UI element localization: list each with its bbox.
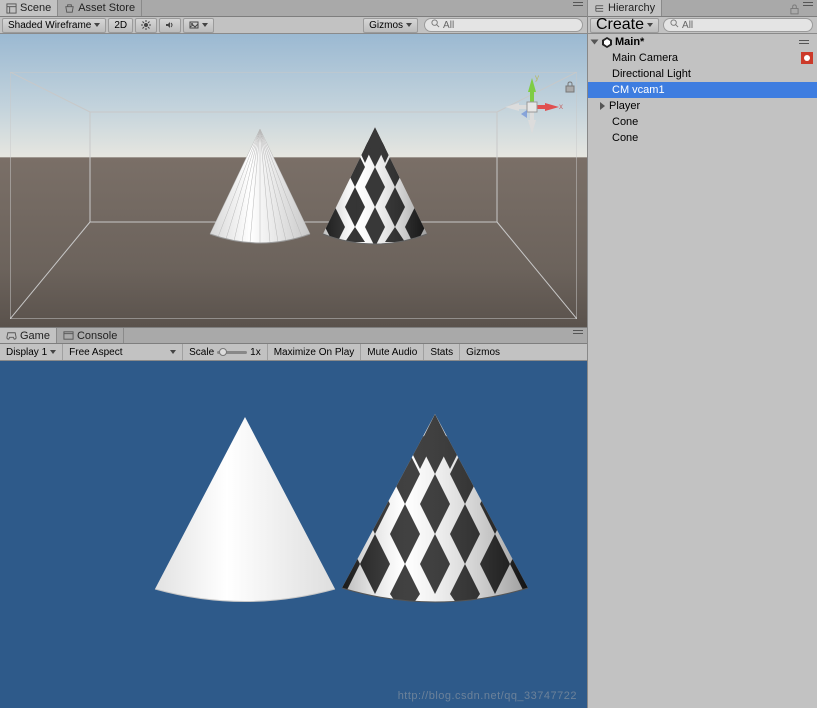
svg-text:x: x — [559, 102, 563, 111]
search-icon — [670, 19, 679, 31]
hierarchy-tabs: Hierarchy — [588, 0, 817, 17]
tab-hierarchy[interactable]: Hierarchy — [588, 0, 662, 16]
item-label: Cone — [612, 116, 638, 128]
chevron-down-icon — [94, 23, 100, 27]
panel-menu-icon[interactable] — [573, 0, 583, 8]
hierarchy-search-input[interactable]: All — [663, 18, 813, 32]
game-gizmos-label: Gizmos — [466, 347, 500, 358]
speaker-icon — [165, 20, 175, 30]
item-label: CM vcam1 — [612, 84, 665, 96]
hierarchy-item-directional-light[interactable]: Directional Light — [588, 66, 817, 82]
watermark-text: http://blog.csdn.net/qq_33747722 — [398, 690, 577, 702]
lighting-toggle[interactable] — [135, 18, 157, 33]
tab-hierarchy-label: Hierarchy — [608, 2, 655, 14]
fx-dropdown[interactable] — [183, 18, 214, 33]
item-label: Player — [609, 100, 640, 112]
2d-toggle[interactable]: 2D — [108, 18, 133, 33]
scene-icon — [6, 3, 17, 14]
expand-arrow-icon[interactable] — [591, 40, 599, 45]
unity-logo-icon — [601, 36, 613, 48]
scene-toolbar: Shaded Wireframe 2D Gizmos — [0, 17, 587, 34]
sun-icon — [141, 20, 151, 30]
slider-track-icon — [217, 351, 247, 354]
tab-game[interactable]: Game — [0, 328, 57, 343]
game-cone-white — [140, 409, 350, 619]
hierarchy-list: Main* Main Camera Directional Light CM v… — [588, 34, 817, 146]
tab-game-label: Game — [20, 330, 50, 342]
stats-toggle[interactable]: Stats — [424, 344, 460, 360]
hierarchy-item-player[interactable]: Player — [588, 98, 817, 114]
chevron-down-icon — [50, 350, 56, 354]
game-viewport[interactable]: http://blog.csdn.net/qq_33747722 — [0, 361, 587, 708]
search-placeholder: All — [682, 20, 693, 31]
tab-asset-store-label: Asset Store — [78, 2, 135, 14]
chevron-down-icon — [202, 23, 208, 27]
hierarchy-panel: Hierarchy Create All Main* Main — [587, 0, 817, 708]
aspect-dropdown[interactable]: Free Aspect — [63, 344, 183, 360]
gizmos-dropdown[interactable]: Gizmos — [363, 18, 418, 33]
picture-icon — [189, 20, 199, 30]
tab-console[interactable]: Console — [57, 328, 124, 343]
cone-checker — [315, 122, 435, 257]
panel-menu-icon[interactable] — [573, 328, 583, 336]
scene-tabs: Scene Asset Store — [0, 0, 587, 17]
scene-name-label: Main* — [615, 36, 644, 48]
create-dropdown[interactable]: Create — [590, 18, 659, 33]
search-icon — [431, 19, 440, 31]
panel-menu-icon[interactable] — [799, 38, 809, 46]
display-dropdown[interactable]: Display 1 — [0, 344, 63, 360]
chevron-down-icon — [170, 350, 176, 354]
item-label: Main Camera — [612, 52, 678, 64]
game-icon — [6, 330, 17, 341]
orientation-gizmo-icon[interactable]: y x — [497, 72, 567, 142]
shading-mode-label: Shaded Wireframe — [8, 20, 91, 31]
maximize-label: Maximize On Play — [274, 347, 355, 358]
tab-scene-label: Scene — [20, 2, 51, 14]
lock-icon[interactable] — [790, 2, 799, 13]
stats-label: Stats — [430, 347, 453, 358]
scale-label: Scale — [189, 347, 214, 358]
game-cone-checker — [330, 406, 540, 621]
game-gizmos-dropdown[interactable]: Gizmos — [460, 344, 506, 360]
tab-scene[interactable]: Scene — [0, 0, 58, 16]
mute-label: Mute Audio — [367, 347, 417, 358]
gizmos-label: Gizmos — [369, 20, 403, 31]
chevron-down-icon — [406, 23, 412, 27]
tab-asset-store[interactable]: Asset Store — [58, 0, 142, 16]
svg-text:y: y — [535, 73, 539, 82]
cinemachine-badge-icon — [801, 52, 813, 64]
hierarchy-item-main-camera[interactable]: Main Camera — [588, 50, 817, 66]
scene-search-input[interactable]: All — [424, 18, 583, 32]
scene-viewport[interactable]: y x — [0, 34, 587, 327]
hierarchy-icon — [594, 3, 605, 14]
cone-white — [200, 124, 320, 254]
game-toolbar: Display 1 Free Aspect Scale 1x Maximize … — [0, 344, 587, 361]
tab-console-label: Console — [77, 330, 117, 342]
mute-audio-toggle[interactable]: Mute Audio — [361, 344, 424, 360]
search-placeholder: All — [443, 20, 454, 31]
hierarchy-scene-row[interactable]: Main* — [588, 34, 817, 50]
expand-arrow-icon[interactable] — [600, 102, 605, 110]
chevron-down-icon — [647, 23, 653, 27]
item-label: Cone — [612, 132, 638, 144]
hierarchy-item-cone[interactable]: Cone — [588, 130, 817, 146]
console-icon — [63, 330, 74, 341]
item-label: Directional Light — [612, 68, 691, 80]
display-label: Display 1 — [6, 347, 47, 358]
create-label: Create — [596, 16, 644, 34]
shading-mode-dropdown[interactable]: Shaded Wireframe — [2, 18, 106, 33]
asset-store-icon — [64, 3, 75, 14]
audio-toggle[interactable] — [159, 18, 181, 33]
hierarchy-item-cm-vcam1[interactable]: CM vcam1 — [588, 82, 817, 98]
scale-value: 1x — [250, 347, 261, 358]
panel-menu-icon[interactable] — [803, 0, 813, 8]
aspect-label: Free Aspect — [69, 347, 122, 358]
maximize-on-play-toggle[interactable]: Maximize On Play — [268, 344, 362, 360]
game-tabs: Game Console — [0, 327, 587, 344]
hierarchy-item-cone[interactable]: Cone — [588, 114, 817, 130]
2d-label: 2D — [114, 20, 127, 31]
hierarchy-toolbar: Create All — [588, 17, 817, 34]
scale-slider[interactable]: Scale 1x — [183, 344, 268, 360]
